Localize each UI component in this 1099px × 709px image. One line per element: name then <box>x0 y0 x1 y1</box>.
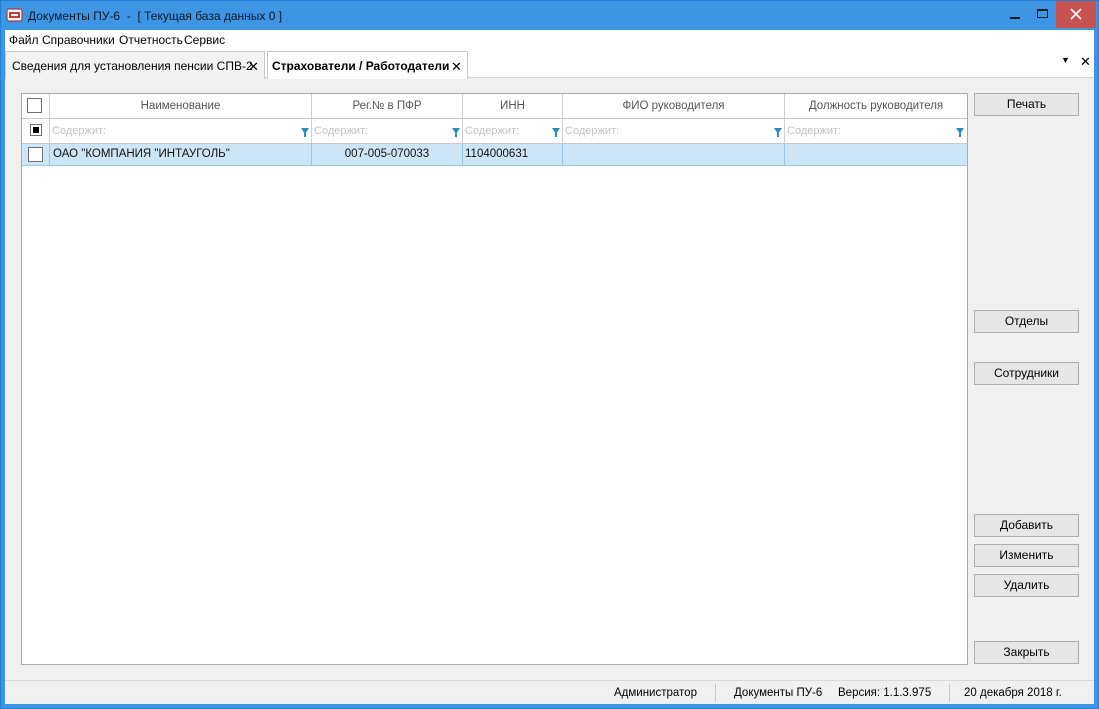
filter-icon[interactable] <box>301 128 309 137</box>
select-all-checkbox[interactable] <box>27 98 42 113</box>
title-bar[interactable]: Документы ПУ-6 - [ Текущая база данных 0… <box>1 1 1098 30</box>
cell-name: ОАО "КОМПАНИЯ "ИНТАУГОЛЬ" <box>50 144 312 165</box>
menu-bar: Файл Справочники Отчетность Сервис <box>5 30 1094 49</box>
menu-reports[interactable]: Отчетность <box>119 33 183 47</box>
edit-button[interactable]: Изменить <box>974 544 1079 567</box>
menu-file[interactable]: Файл <box>9 33 39 47</box>
cell-director-name <box>563 144 785 165</box>
table-row[interactable]: ОАО "КОМПАНИЯ "ИНТАУГОЛЬ" 007-005-070033… <box>22 144 967 166</box>
grid-header: Наименование Рег.№ в ПФР ИНН ФИО руковод… <box>22 94 967 119</box>
column-header-name[interactable]: Наименование <box>50 94 312 118</box>
column-header-reg-pfr[interactable]: Рег.№ в ПФР <box>312 94 463 118</box>
app-window: Документы ПУ-6 - [ Текущая база данных 0… <box>0 0 1099 709</box>
close-icon[interactable]: ✕ <box>451 59 462 75</box>
cell-reg-pfr: 007-005-070033 <box>312 144 463 165</box>
filter-checkbox[interactable] <box>30 124 42 136</box>
filter-placeholder: Содержит: <box>787 125 842 137</box>
menu-references[interactable]: Справочники <box>42 33 115 47</box>
filter-row: Содержит: Содержит: Содержит: Содержит: … <box>22 119 967 144</box>
tab-spv2[interactable]: Сведения для установления пенсии СПВ-2 ✕ <box>5 51 265 79</box>
filter-placeholder: Содержит: <box>565 125 620 137</box>
window-title: Документы ПУ-6 - [ Текущая база данных 0… <box>28 9 283 23</box>
status-user: Администратор <box>614 687 697 699</box>
minimize-icon <box>1010 17 1020 19</box>
filter-director-name[interactable]: Содержит: <box>563 119 785 143</box>
filter-checkbox-cell <box>22 119 50 143</box>
select-all-cell <box>22 94 50 118</box>
tab-label: Страхователи / Работодатели <box>272 59 450 73</box>
filter-icon[interactable] <box>452 128 460 137</box>
status-app-name: Документы ПУ-6 <box>734 687 823 699</box>
document-tabs: Сведения для установления пенсии СПВ-2 ✕… <box>5 49 1094 79</box>
tab-label: Сведения для установления пенсии СПВ-2 <box>12 59 253 73</box>
close-icon <box>1070 8 1082 20</box>
filter-placeholder: Содержит: <box>465 125 520 137</box>
filter-icon[interactable] <box>552 128 560 137</box>
filter-name[interactable]: Содержит: <box>50 119 312 143</box>
status-date: 20 декабря 2018 г. <box>964 687 1062 699</box>
filter-director-position[interactable]: Содержит: <box>785 119 967 143</box>
column-header-director-position[interactable]: Должность руководителя <box>785 94 967 118</box>
cell-director-position <box>785 144 967 165</box>
employees-button[interactable]: Сотрудники <box>974 362 1079 385</box>
checkbox-mark <box>33 127 39 133</box>
print-button[interactable]: Печать <box>974 93 1079 116</box>
delete-button[interactable]: Удалить <box>974 574 1079 597</box>
cell-inn: 1104000631 <box>463 144 563 165</box>
close-button[interactable]: Закрыть <box>974 641 1079 664</box>
app-logo-icon <box>6 8 23 22</box>
tab-insurers[interactable]: Страхователи / Работодатели ✕ <box>267 51 468 79</box>
status-version: Версия: 1.1.3.975 <box>838 687 932 699</box>
filter-inn[interactable]: Содержит: <box>463 119 563 143</box>
status-separator <box>715 684 716 702</box>
row-checkbox[interactable] <box>28 147 43 162</box>
close-icon[interactable]: ✕ <box>248 59 259 75</box>
tab-list-dropdown-icon[interactable]: ▼ <box>1061 55 1070 65</box>
row-checkbox-cell <box>22 144 50 165</box>
status-separator <box>949 684 950 702</box>
add-button[interactable]: Добавить <box>974 514 1079 537</box>
maximize-button[interactable] <box>1027 1 1059 28</box>
filter-icon[interactable] <box>956 128 964 137</box>
filter-placeholder: Содержит: <box>314 125 369 137</box>
client-area: Файл Справочники Отчетность Сервис Сведе… <box>5 30 1094 704</box>
filter-icon[interactable] <box>774 128 782 137</box>
maximize-icon <box>1037 9 1048 18</box>
status-bar: Администратор Документы ПУ-6 Версия: 1.1… <box>5 680 1094 704</box>
close-all-tabs-icon[interactable]: ✕ <box>1080 54 1091 70</box>
filter-reg-pfr[interactable]: Содержит: <box>312 119 463 143</box>
close-window-button[interactable] <box>1056 1 1096 28</box>
column-header-inn[interactable]: ИНН <box>463 94 563 118</box>
menu-service[interactable]: Сервис <box>184 33 225 47</box>
filter-placeholder: Содержит: <box>52 125 107 137</box>
insurers-grid: Наименование Рег.№ в ПФР ИНН ФИО руковод… <box>21 93 968 665</box>
column-header-director-name[interactable]: ФИО руководителя <box>563 94 785 118</box>
departments-button[interactable]: Отделы <box>974 310 1079 333</box>
